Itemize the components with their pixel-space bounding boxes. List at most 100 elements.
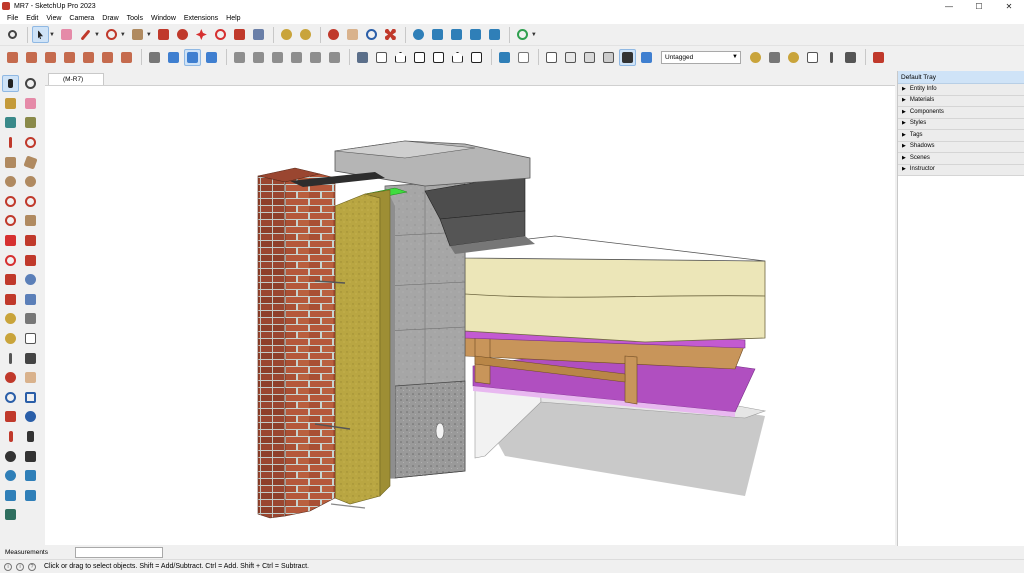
protractor-icon[interactable]	[785, 49, 802, 66]
measurements-input[interactable]	[75, 547, 163, 558]
chevron-down-icon[interactable]: ▼	[120, 32, 126, 38]
rotate-icon[interactable]	[2, 252, 19, 269]
eraser-icon[interactable]	[58, 26, 75, 43]
push-pull-icon[interactable]	[155, 26, 172, 43]
polygon-icon[interactable]	[22, 173, 39, 190]
panel-tags[interactable]: ▶ Tags	[898, 130, 1024, 142]
menu-edit[interactable]: Edit	[22, 15, 42, 22]
zoom-extents-icon[interactable]	[382, 26, 399, 43]
menu-file[interactable]: File	[3, 15, 22, 22]
panel-components[interactable]: ▶ Components	[898, 107, 1024, 119]
orbit-icon[interactable]	[2, 369, 19, 386]
chevron-down-icon[interactable]: ▼	[94, 32, 100, 38]
rotated-rectangle-icon[interactable]	[22, 154, 39, 171]
tag-tool-icon[interactable]	[22, 114, 39, 131]
select-tool-icon[interactable]	[2, 75, 19, 93]
top-view-icon[interactable]	[250, 49, 267, 66]
extension-icon[interactable]	[870, 49, 887, 66]
chevron-down-icon[interactable]: ▼	[49, 32, 55, 38]
close-icon[interactable]: ✕	[994, 0, 1024, 12]
pie-icon[interactable]	[22, 212, 39, 229]
credits-icon[interactable]: i	[16, 562, 24, 571]
zoom-extents-icon[interactable]	[2, 408, 19, 425]
move-icon[interactable]	[2, 232, 19, 249]
shaded-textures-icon[interactable]	[638, 49, 655, 66]
protractor-icon[interactable]	[2, 330, 19, 347]
tray-title[interactable]: Default Tray	[898, 71, 1024, 84]
previous-view-icon[interactable]	[22, 408, 39, 425]
flip-icon[interactable]	[2, 291, 19, 308]
two-point-arc-icon[interactable]	[22, 193, 39, 210]
warehouse-icon[interactable]	[410, 26, 427, 43]
pencil-line-icon[interactable]	[77, 26, 94, 43]
scale-icon[interactable]	[231, 26, 248, 43]
paint-bucket-icon[interactable]	[2, 95, 19, 112]
make-component-icon[interactable]	[2, 114, 19, 131]
iso-view-icon[interactable]	[231, 49, 248, 66]
solid-intersect-icon[interactable]	[61, 49, 78, 66]
pan-icon[interactable]	[344, 26, 361, 43]
house-wireframe-icon[interactable]	[392, 49, 409, 66]
solid-tools-icon[interactable]	[22, 291, 39, 308]
pencil-line-icon[interactable]	[2, 134, 19, 151]
3d-text-icon[interactable]	[22, 350, 39, 367]
arc-icon[interactable]	[103, 26, 120, 43]
geolocation-icon[interactable]: i	[4, 562, 12, 571]
follow-me-icon[interactable]	[22, 252, 39, 269]
back-edges-icon[interactable]	[373, 49, 390, 66]
parapet-section-model[interactable]	[45, 86, 895, 545]
modeling-viewport[interactable]	[45, 85, 895, 545]
zoom-window-icon[interactable]	[22, 389, 39, 406]
profile-icon[interactable]	[514, 26, 531, 43]
solid-subtract-icon[interactable]	[42, 49, 59, 66]
solid-shell-icon[interactable]	[118, 49, 135, 66]
three-point-arc-icon[interactable]	[2, 212, 19, 229]
shaded-style-icon[interactable]	[562, 49, 579, 66]
lasso-icon[interactable]	[22, 75, 39, 92]
section-plane-icon[interactable]	[165, 49, 182, 66]
paint-bucket-icon[interactable]	[250, 26, 267, 43]
monochrome-style-icon[interactable]	[600, 49, 617, 66]
menu-window[interactable]: Window	[147, 15, 180, 22]
pan-icon[interactable]	[22, 369, 39, 386]
house-hidden-line-icon[interactable]	[411, 49, 428, 66]
house-shaded-icon[interactable]	[430, 49, 447, 66]
section-fill-icon[interactable]	[203, 49, 220, 66]
dimension-icon[interactable]	[22, 310, 39, 327]
offset-icon[interactable]	[174, 26, 191, 43]
axes-icon[interactable]	[146, 49, 163, 66]
axes-icon[interactable]	[2, 350, 19, 367]
left-view-icon[interactable]	[326, 49, 343, 66]
move-icon[interactable]	[193, 26, 210, 43]
tape-measure-icon[interactable]	[278, 26, 295, 43]
look-around-icon[interactable]	[2, 448, 19, 465]
zoom-icon[interactable]	[2, 389, 19, 406]
panel-entity-info[interactable]: ▶ Entity Info	[898, 84, 1024, 96]
tag-select[interactable]: Untagged ▼	[661, 50, 741, 64]
section-cut-icon[interactable]	[184, 48, 201, 66]
panel-materials[interactable]: ▶ Materials	[898, 95, 1024, 107]
send-to-layout-icon[interactable]	[486, 26, 503, 43]
sandbox-icon[interactable]	[467, 26, 484, 43]
walk-icon[interactable]	[22, 428, 39, 445]
model-info-icon[interactable]	[2, 506, 19, 523]
solid-trim-icon[interactable]	[80, 49, 97, 66]
warehouse-icon[interactable]	[2, 467, 19, 484]
3d-text-icon[interactable]	[842, 49, 859, 66]
position-camera-icon[interactable]	[2, 428, 19, 445]
style-wireframe-icon[interactable]	[515, 49, 532, 66]
tape-measure-icon[interactable]	[2, 310, 19, 327]
text-icon[interactable]	[804, 49, 821, 66]
menu-extensions[interactable]: Extensions	[180, 15, 222, 22]
textured-style-icon[interactable]	[581, 49, 598, 66]
menu-view[interactable]: View	[42, 15, 65, 22]
offset-icon[interactable]	[22, 271, 39, 288]
house-textured-icon[interactable]	[449, 49, 466, 66]
dimension-icon[interactable]	[766, 49, 783, 66]
rectangle-icon[interactable]	[2, 154, 19, 171]
rotate-icon[interactable]	[212, 26, 229, 43]
scale-icon[interactable]	[2, 271, 19, 288]
front-view-icon[interactable]	[269, 49, 286, 66]
menu-help[interactable]: Help	[222, 15, 244, 22]
chevron-down-icon[interactable]: ▼	[531, 32, 537, 38]
